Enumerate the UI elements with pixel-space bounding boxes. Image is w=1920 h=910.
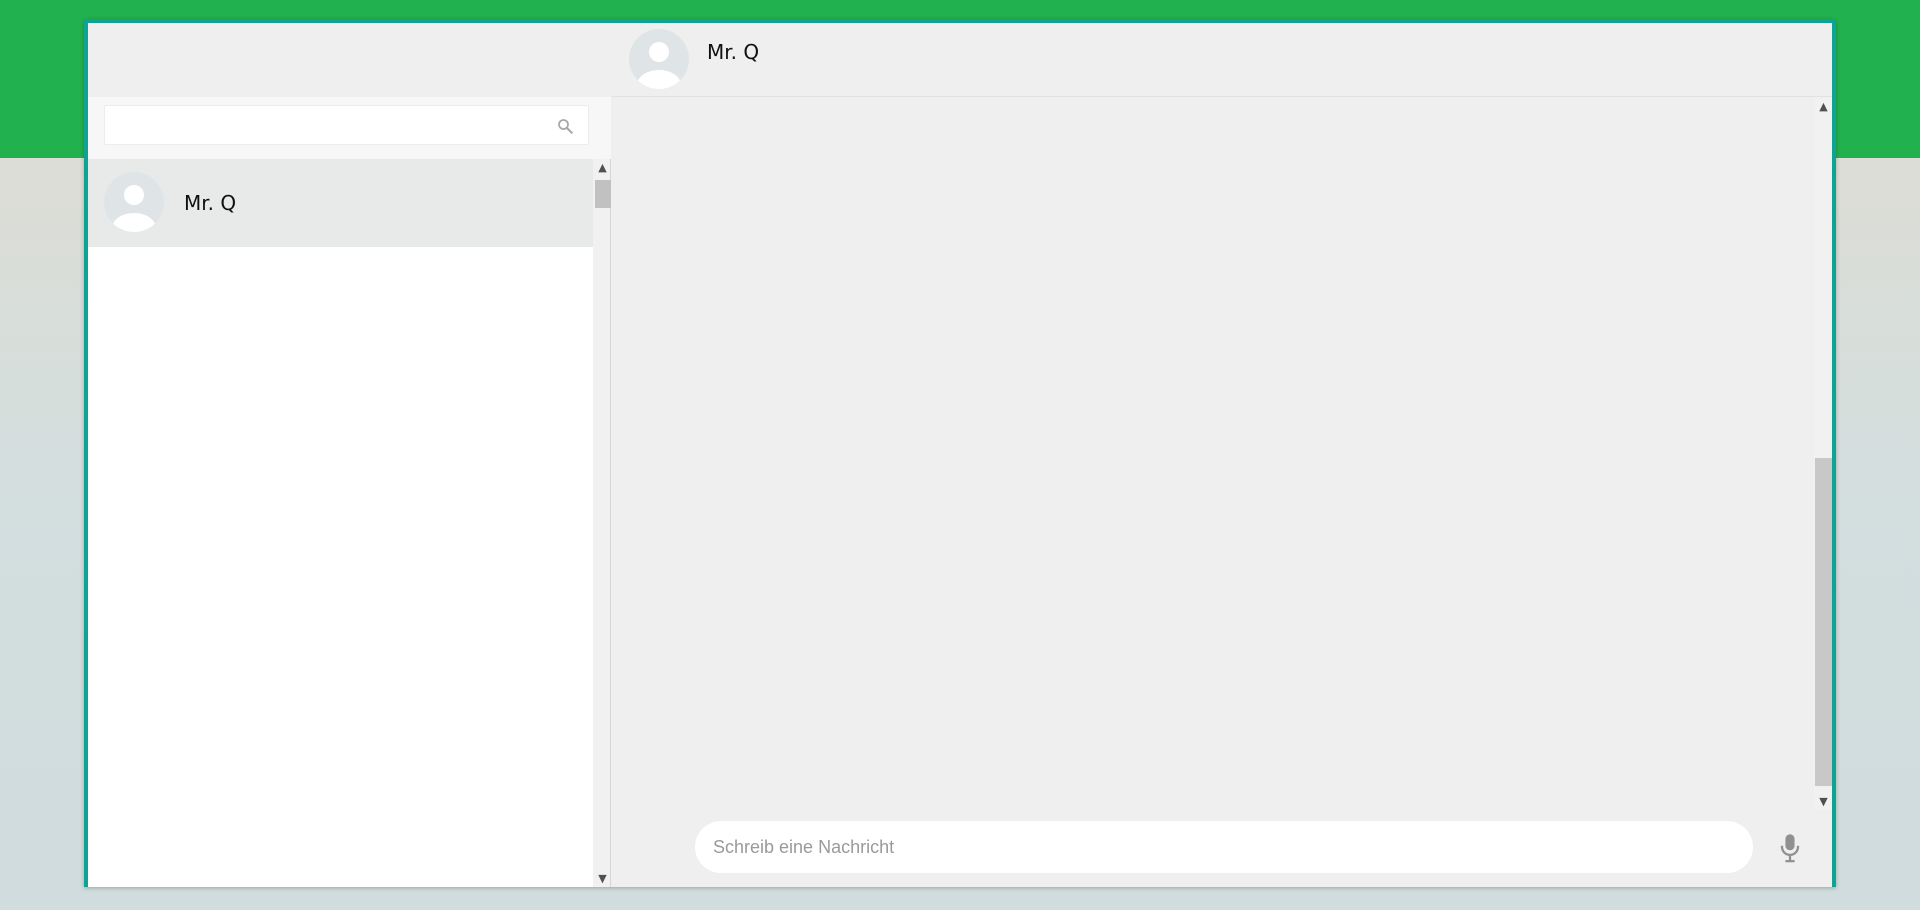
scrollbar-thumb[interactable] [595, 180, 611, 208]
sidebar: Mr. Q ▲ ▼ [88, 23, 611, 887]
chat-list-item[interactable]: Mr. Q [88, 159, 593, 247]
scroll-up-arrow-icon[interactable]: ▲ [594, 159, 611, 176]
search-icon[interactable] [556, 117, 574, 135]
message-composer [611, 810, 1832, 887]
chat-list-scrollbar[interactable]: ▲ ▼ [593, 159, 611, 887]
chat-list: Mr. Q [88, 159, 593, 887]
contact-avatar-icon[interactable] [629, 29, 689, 89]
conversation-header: Mr. Q [611, 23, 1832, 97]
sidebar-header [88, 23, 611, 97]
scrollbar-thumb[interactable] [1815, 458, 1832, 786]
search-input[interactable] [115, 106, 549, 146]
scroll-down-arrow-icon[interactable]: ▼ [594, 870, 611, 887]
message-area [611, 98, 1814, 810]
search-box[interactable] [104, 105, 589, 146]
chat-name: Mr. Q [184, 191, 237, 215]
mic-icon[interactable] [1776, 832, 1804, 864]
message-input[interactable] [695, 821, 1753, 873]
search-bar [88, 97, 611, 159]
message-scrollbar[interactable]: ▲ ▼ [1814, 98, 1832, 810]
conversation-pane: Mr. Q ▲ ▼ [611, 23, 1832, 887]
app-window: Mr. Q ▲ ▼ Mr. Q ▲ ▼ [84, 19, 1836, 887]
scroll-up-arrow-icon[interactable]: ▲ [1815, 98, 1832, 115]
scroll-down-arrow-icon[interactable]: ▼ [1815, 793, 1832, 810]
default-avatar-icon [104, 172, 164, 232]
contact-name[interactable]: Mr. Q [707, 40, 759, 64]
